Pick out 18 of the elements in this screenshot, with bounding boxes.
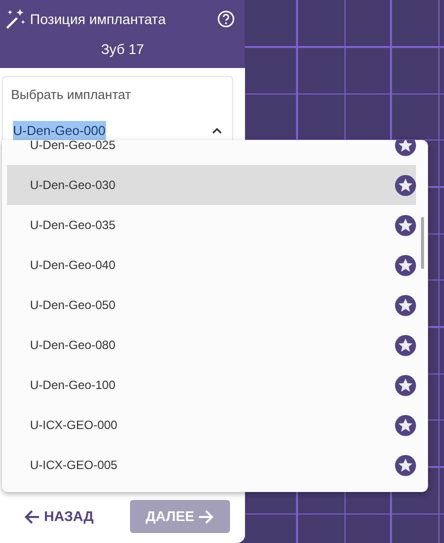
dropdown-item[interactable]: U-Den-Geo-035 (7, 205, 416, 245)
dropdown-item[interactable]: U-ICX-GEO-005 (7, 445, 416, 485)
scrollbar (421, 217, 424, 269)
dropdown-item[interactable]: U-Den-Geo-040 (7, 245, 416, 285)
tooth-label: Зуб 17 (100, 41, 144, 57)
dropdown-item[interactable]: U-Den-Geo-080 (7, 325, 416, 365)
dropdown-item[interactable]: U-Den-Geo-100 (7, 365, 416, 405)
field-label: Выбрать имплантат (11, 87, 131, 102)
help-icon[interactable] (217, 10, 235, 28)
dropdown-item[interactable]: U-Den-Geo-050 (7, 285, 416, 325)
magic-wand-icon (4, 8, 26, 30)
star-icon[interactable] (395, 140, 416, 156)
dropdown-item[interactable]: U-ICX-GEO-000 (7, 405, 416, 445)
dropdown-item[interactable]: U-Den-Geo-030 (7, 165, 416, 205)
arrow-right-icon (198, 510, 214, 524)
arrow-left-icon (24, 510, 40, 524)
back-button[interactable]: НАЗАД (18, 502, 100, 531)
panel-title: Позиция имплантата (30, 10, 166, 29)
